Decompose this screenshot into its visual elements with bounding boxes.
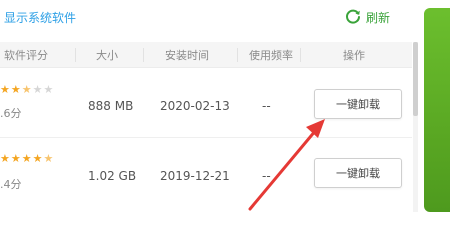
star-filled-icon: ★: [10, 83, 21, 96]
column-separator: [237, 48, 238, 62]
size-value: 1.02 GB: [88, 169, 137, 183]
star-filled-icon: ★: [0, 152, 10, 165]
show-system-software-link[interactable]: 显示系统软件: [4, 9, 76, 26]
column-separator: [75, 48, 76, 62]
column-header-frequency[interactable]: 使用频率: [249, 47, 293, 63]
star-half-icon: ★: [21, 83, 32, 96]
rating-score: .4分: [0, 178, 22, 191]
side-panel: [424, 8, 450, 212]
column-header-install-time[interactable]: 安装时间: [165, 47, 209, 63]
scrollbar-thumb[interactable]: [413, 42, 418, 116]
refresh-label: 刷新: [366, 10, 391, 25]
star-filled-icon: ★: [21, 152, 32, 165]
table-header: 软件评分 大小 安装时间 使用频率 操作: [0, 42, 412, 68]
star-filled-icon: ★: [32, 152, 43, 165]
star-rating: ★ ★ ★ ★ ★: [0, 153, 53, 165]
refresh-icon: [346, 9, 360, 24]
column-header-rating[interactable]: 软件评分: [4, 47, 48, 63]
star-empty-icon: ★: [32, 83, 43, 96]
refresh-button[interactable]: 刷新: [344, 8, 390, 26]
vertical-scrollbar[interactable]: [413, 42, 418, 212]
frequency-value: --: [262, 169, 271, 183]
table-row: ★ ★ ★ ★ ★ .4分 1.02 GB 2019-12-21 -- 一键卸载: [0, 140, 412, 202]
size-value: 888 MB: [88, 99, 134, 113]
column-separator: [300, 48, 301, 62]
top-toolbar: 显示系统软件 刷新: [0, 0, 422, 40]
column-header-action: 操作: [343, 49, 365, 62]
uninstall-button[interactable]: 一键卸载: [314, 158, 402, 188]
install-date-value: 2019-12-21: [160, 169, 230, 183]
column-separator: [143, 48, 144, 62]
rating-score: .6分: [0, 107, 22, 120]
star-filled-icon: ★: [0, 83, 10, 96]
table-row: ★ ★ ★ ★ ★ .6分 888 MB 2020-02-13 -- 一键卸载: [0, 75, 412, 137]
star-filled-icon: ★: [10, 152, 21, 165]
column-header-size[interactable]: 大小: [96, 47, 118, 63]
install-date-value: 2020-02-13: [160, 99, 230, 113]
row-divider: [0, 137, 412, 138]
star-empty-icon: ★: [43, 83, 54, 96]
star-half-icon: ★: [43, 152, 54, 165]
uninstall-button[interactable]: 一键卸载: [314, 89, 402, 119]
star-rating: ★ ★ ★ ★ ★: [0, 84, 53, 96]
frequency-value: --: [262, 99, 271, 113]
